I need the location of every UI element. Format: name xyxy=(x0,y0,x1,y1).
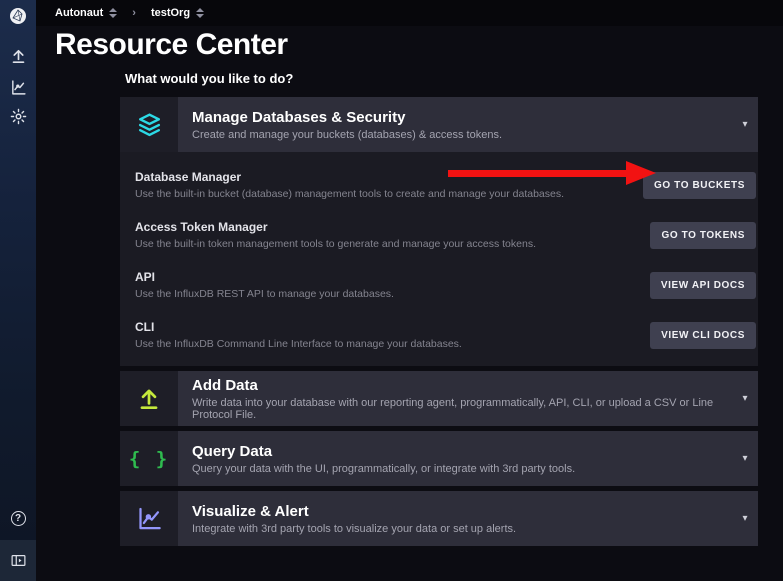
influxdb-logo[interactable] xyxy=(0,3,36,29)
breadcrumb-bucket-label: testOrg xyxy=(151,7,190,19)
panel-add-data: Add Data Write data into your database w… xyxy=(120,371,758,426)
row-description: Use the InfluxDB Command Line Interface … xyxy=(135,338,462,350)
view-api-docs-button[interactable]: VIEW API DOCS xyxy=(650,272,756,299)
row-description: Use the InfluxDB REST API to manage your… xyxy=(135,288,394,300)
page-prompt: What would you like to do? xyxy=(125,71,293,86)
panel-title: Add Data xyxy=(192,377,732,394)
row-title: Access Token Manager xyxy=(135,220,536,234)
upload-nav-icon[interactable] xyxy=(0,44,36,68)
panel-manage-databases-body: Database Manager Use the built-in bucket… xyxy=(120,152,758,366)
graph-nav-icon[interactable] xyxy=(0,75,36,99)
collapse-caret-icon: ▾ xyxy=(732,97,758,152)
panel-query-data: { } Query Data Query your data with the … xyxy=(120,431,758,486)
row-description: Use the built-in token management tools … xyxy=(135,238,536,250)
braces-icon: { } xyxy=(120,431,178,486)
page-title: Resource Center xyxy=(55,28,288,62)
help-icon[interactable]: ? xyxy=(0,506,36,530)
go-to-buckets-button[interactable]: GO TO BUCKETS xyxy=(643,172,756,199)
chevron-updown-icon xyxy=(109,8,117,18)
row-title: API xyxy=(135,270,394,284)
panel-manage-databases-header[interactable]: Manage Databases & Security Create and m… xyxy=(120,97,758,152)
panel-title: Manage Databases & Security xyxy=(192,109,732,126)
panel-query-data-header[interactable]: { } Query Data Query your data with the … xyxy=(120,431,758,486)
app-window: ? Autonaut › testOrg Resource Center Wha… xyxy=(0,0,783,581)
gear-nav-icon[interactable] xyxy=(0,104,36,128)
go-to-tokens-button[interactable]: GO TO TOKENS xyxy=(650,222,756,249)
sidebar: ? xyxy=(0,0,36,581)
row-title: CLI xyxy=(135,320,462,334)
line-chart-icon xyxy=(120,491,178,546)
breadcrumb-org-selector[interactable]: Autonaut xyxy=(55,7,117,19)
breadcrumb-bucket-selector[interactable]: testOrg xyxy=(151,7,204,19)
row-database-manager: Database Manager Use the built-in bucket… xyxy=(135,160,756,210)
panel-description: Write data into your database with our r… xyxy=(192,397,732,421)
layers-icon xyxy=(120,97,178,152)
panel-title: Query Data xyxy=(192,443,732,460)
row-api: API Use the InfluxDB REST API to manage … xyxy=(135,260,756,310)
upload-icon xyxy=(120,371,178,426)
topbar: Autonaut › testOrg xyxy=(36,0,783,26)
panel-visualize-alert: Visualize & Alert Integrate with 3rd par… xyxy=(120,491,758,546)
breadcrumb-separator: › xyxy=(126,7,142,19)
panel-manage-databases: Manage Databases & Security Create and m… xyxy=(120,97,758,366)
resource-panels: Manage Databases & Security Create and m… xyxy=(120,97,758,546)
breadcrumb-org-label: Autonaut xyxy=(55,7,103,19)
row-title: Database Manager xyxy=(135,170,564,184)
row-cli: CLI Use the InfluxDB Command Line Interf… xyxy=(135,310,756,360)
expand-caret-icon: ▾ xyxy=(732,431,758,486)
expand-caret-icon: ▾ xyxy=(732,371,758,426)
chevron-updown-icon xyxy=(196,8,204,18)
panel-description: Query your data with the UI, programmati… xyxy=(192,463,732,475)
expand-caret-icon: ▾ xyxy=(732,491,758,546)
panel-description: Integrate with 3rd party tools to visual… xyxy=(192,523,732,535)
panel-description: Create and manage your buckets (database… xyxy=(192,129,732,141)
row-access-token-manager: Access Token Manager Use the built-in to… xyxy=(135,210,756,260)
panel-add-data-header[interactable]: Add Data Write data into your database w… xyxy=(120,371,758,426)
panel-visualize-alert-header[interactable]: Visualize & Alert Integrate with 3rd par… xyxy=(120,491,758,546)
row-description: Use the built-in bucket (database) manag… xyxy=(135,188,564,200)
view-cli-docs-button[interactable]: VIEW CLI DOCS xyxy=(650,322,756,349)
panel-title: Visualize & Alert xyxy=(192,503,732,520)
expand-panel-icon[interactable] xyxy=(0,540,36,581)
